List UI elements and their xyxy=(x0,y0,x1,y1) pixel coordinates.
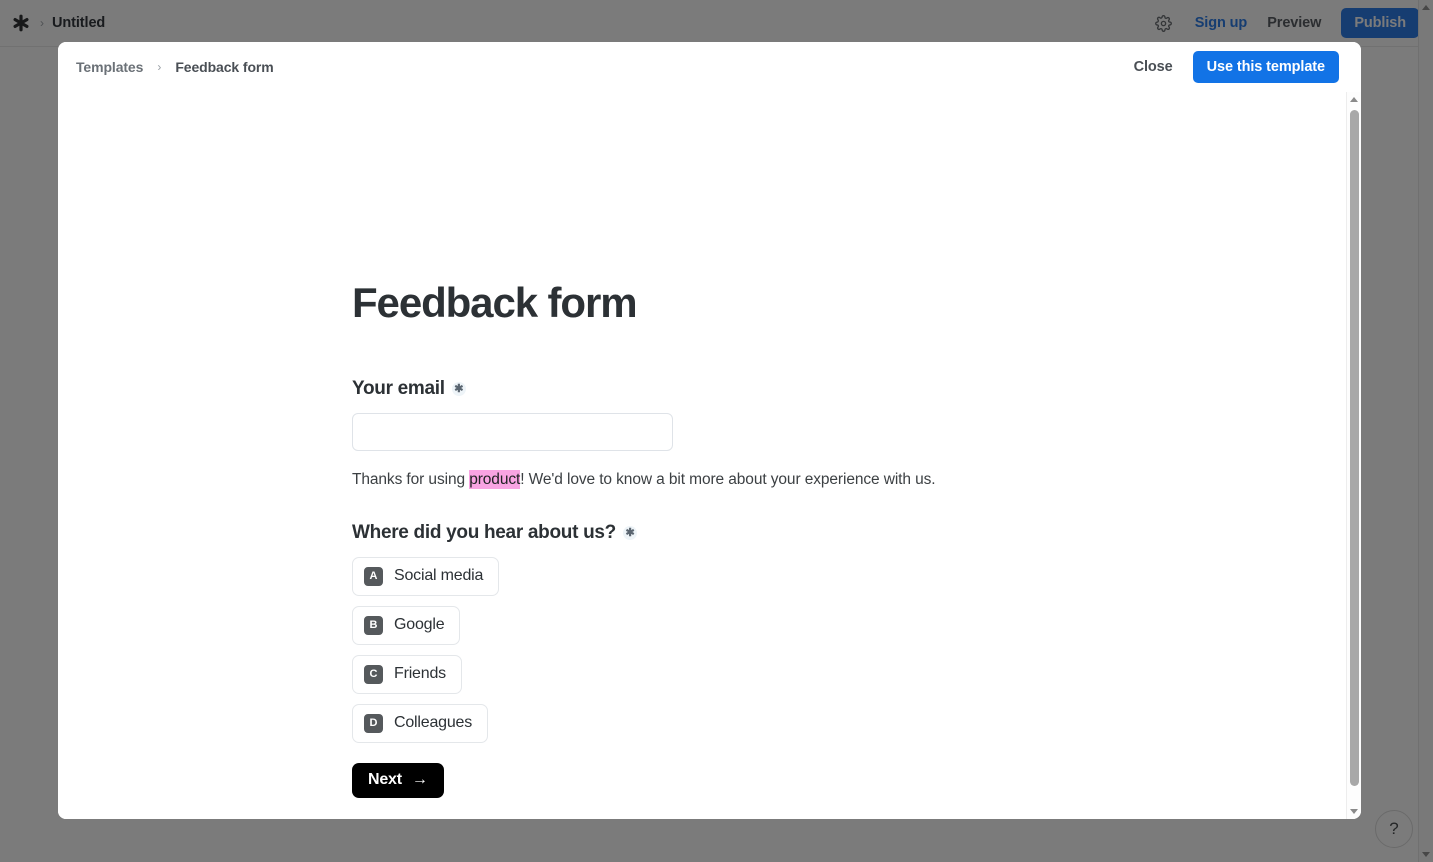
modal-header-actions: Close Use this template xyxy=(1134,51,1339,83)
helper-text: Thanks for using product! We'd love to k… xyxy=(352,469,1052,491)
template-preview-modal: Templates › Feedback form Close Use this… xyxy=(58,42,1361,819)
choice-option[interactable]: D Colleagues xyxy=(352,703,489,743)
modal-header: Templates › Feedback form Close Use this… xyxy=(58,42,1361,92)
question-label-text: Where did you hear about us? xyxy=(352,521,616,543)
choice-option[interactable]: B Google xyxy=(352,605,461,645)
page-title: Feedback form xyxy=(352,279,638,326)
next-button[interactable]: Next → xyxy=(352,762,444,798)
choice-key-badge: C xyxy=(364,664,383,684)
email-label-text: Your email xyxy=(352,378,445,400)
choice-option[interactable]: C Friends xyxy=(352,654,462,694)
modal-body: Feedback form Your email ✱ Thanks for us… xyxy=(58,92,1346,819)
breadcrumb-separator-icon: › xyxy=(157,60,162,74)
scrollbar-thumb[interactable] xyxy=(1350,110,1359,786)
close-button[interactable]: Close xyxy=(1134,59,1173,75)
form-preview: Feedback form Your email ✱ Thanks for us… xyxy=(352,279,1052,798)
breadcrumb-current: Feedback form xyxy=(175,59,274,75)
breadcrumb-templates[interactable]: Templates xyxy=(76,59,143,75)
choice-label: Social media xyxy=(394,567,484,585)
required-marker-icon: ✱ xyxy=(451,382,466,397)
modal-vertical-scrollbar[interactable] xyxy=(1346,92,1361,819)
scroll-up-chevron-icon[interactable] xyxy=(1347,92,1361,107)
use-this-template-button[interactable]: Use this template xyxy=(1192,51,1339,83)
choice-label: Colleagues xyxy=(394,714,473,732)
modal-body-wrapper: Feedback form Your email ✱ Thanks for us… xyxy=(58,92,1361,819)
choice-key-badge: B xyxy=(364,615,383,635)
highlighted-variable: product xyxy=(469,470,521,490)
choice-list: A Social media B Google C Friends D Coll… xyxy=(352,556,1052,743)
email-field-label: Your email ✱ xyxy=(352,378,1052,400)
question-block: Where did you hear about us? ✱ A Social … xyxy=(352,522,1052,798)
next-button-label: Next xyxy=(368,771,402,789)
choice-key-badge: A xyxy=(364,566,383,586)
arrow-right-icon: → xyxy=(411,771,428,789)
email-input[interactable] xyxy=(352,413,673,452)
choice-label: Google xyxy=(394,616,445,634)
scroll-down-chevron-icon[interactable] xyxy=(1347,804,1361,819)
choice-label: Friends xyxy=(394,665,446,683)
required-marker-icon: ✱ xyxy=(622,525,637,540)
question-label: Where did you hear about us? ✱ xyxy=(352,522,1052,544)
choice-option[interactable]: A Social media xyxy=(352,556,500,596)
email-field-block: Your email ✱ xyxy=(352,378,1052,452)
breadcrumb: Templates › Feedback form xyxy=(76,59,274,75)
helper-text-before: Thanks for using xyxy=(352,471,470,489)
helper-text-after: ! We'd love to know a bit more about you… xyxy=(520,471,936,489)
choice-key-badge: D xyxy=(364,713,383,733)
